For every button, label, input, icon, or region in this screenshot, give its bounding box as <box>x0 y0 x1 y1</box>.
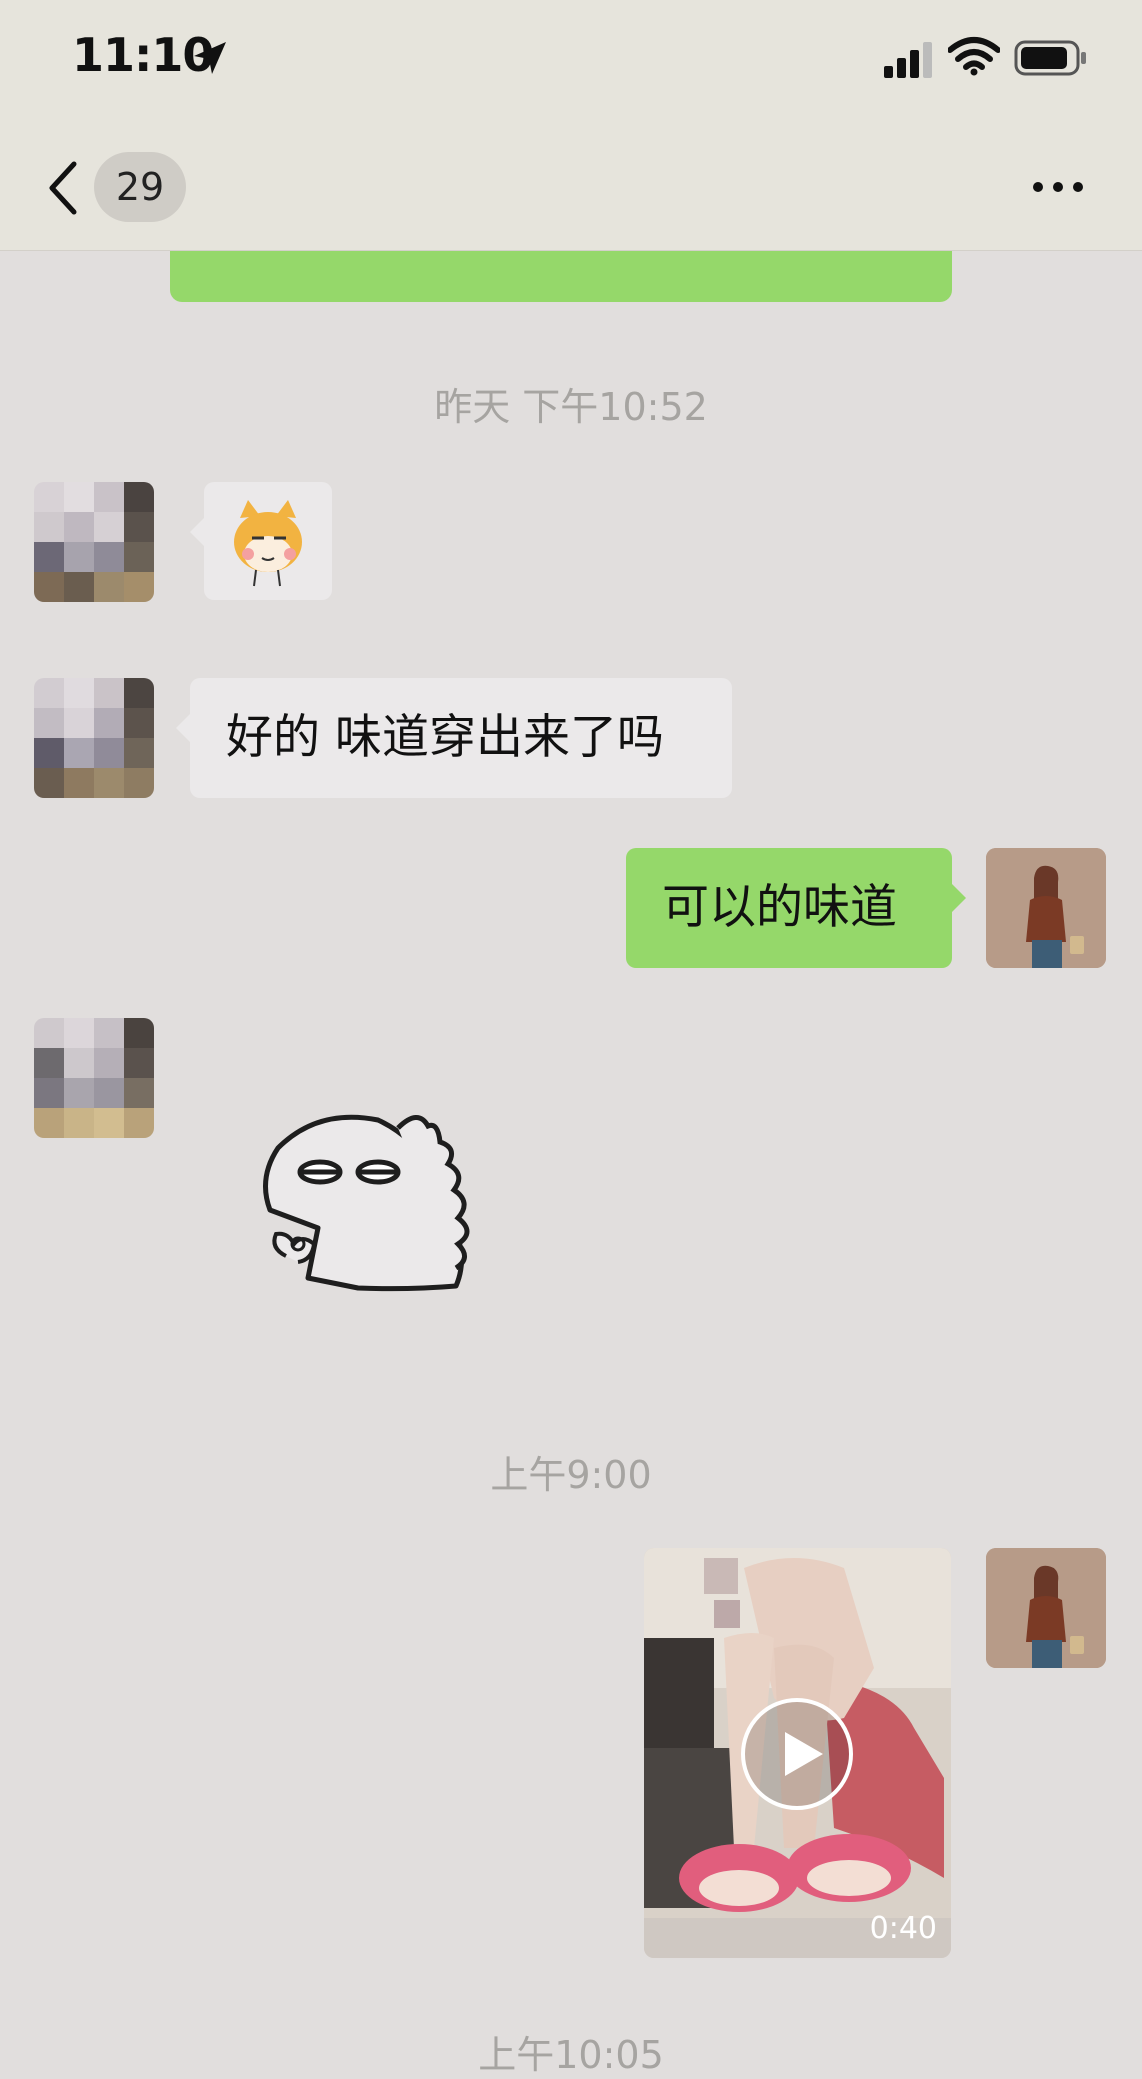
location-arrow-icon <box>194 42 226 74</box>
more-icon[interactable] <box>1030 176 1086 198</box>
battery-icon <box>1014 40 1086 76</box>
shiba-sticker-icon <box>234 500 302 587</box>
wifi-icon <box>948 37 1000 76</box>
chat-title <box>330 160 810 220</box>
woman-portrait-icon <box>986 848 1106 968</box>
status-bar: 11:10 <box>0 0 1142 115</box>
dinosaur-sticker-icon <box>263 1114 470 1292</box>
chat-nav-bar: 29 <box>0 115 1142 251</box>
signal-icon <box>884 42 932 78</box>
avatar-contact[interactable] <box>34 678 154 798</box>
video-message[interactable]: 0:40 <box>644 1548 951 1958</box>
timestamp: 昨天 下午10:52 <box>434 385 708 429</box>
avatar-contact[interactable] <box>34 1018 154 1138</box>
timestamp: 上午10:05 <box>478 2033 664 2077</box>
sticker-message[interactable] <box>190 482 332 600</box>
message-bubble-sent[interactable]: 可以的味道 <box>626 848 966 968</box>
avatar-self[interactable] <box>986 1548 1106 1668</box>
woman-portrait-icon <box>986 1548 1106 1668</box>
dinosaur-sticker[interactable] <box>258 1108 518 1298</box>
message-text: 好的 味道穿出来了吗 <box>226 710 664 765</box>
avatar-self[interactable] <box>986 848 1106 968</box>
timestamp: 上午9:00 <box>490 1453 652 1497</box>
unread-count-badge[interactable]: 29 <box>94 152 186 222</box>
play-icon[interactable] <box>739 1696 855 1812</box>
back-chevron-icon[interactable] <box>46 160 80 216</box>
message-bubble-received[interactable]: 好的 味道穿出来了吗 <box>176 678 732 798</box>
video-duration: 0:40 <box>869 1911 937 1946</box>
avatar-contact[interactable] <box>34 482 154 602</box>
message-text: 可以的味道 <box>662 880 897 935</box>
